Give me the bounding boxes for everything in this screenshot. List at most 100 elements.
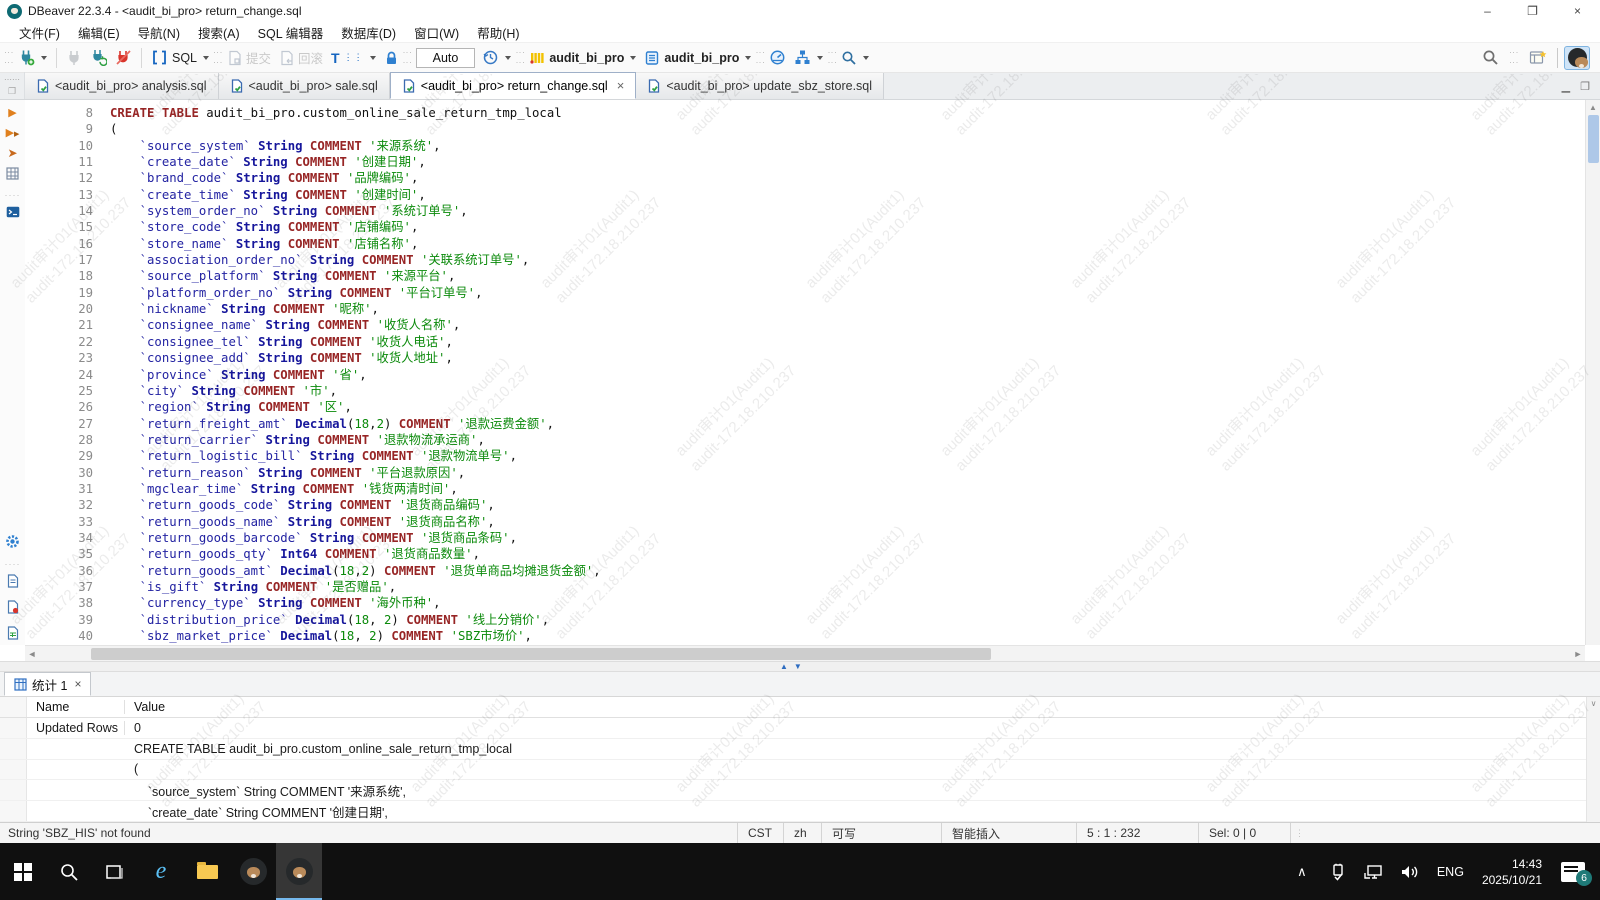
- code-line[interactable]: `return_freight_amt` Decimal(18,2) COMME…: [110, 416, 1585, 432]
- code-line[interactable]: `source_system` String COMMENT '来源系统',: [110, 138, 1585, 154]
- code-line[interactable]: `consignee_tel` String COMMENT '收货人电话',: [110, 334, 1585, 350]
- open-perspective-button[interactable]: [1525, 46, 1551, 69]
- code-line[interactable]: `return_goods_code` String COMMENT '退货商品…: [110, 497, 1585, 513]
- quick-search-button[interactable]: [1478, 46, 1503, 69]
- vscroll-thumb[interactable]: [1588, 115, 1599, 163]
- hscroll-thumb[interactable]: [91, 648, 991, 660]
- close-tab-icon[interactable]: ×: [617, 78, 625, 93]
- code-line[interactable]: `brand_code` String COMMENT '品牌编码',: [110, 170, 1585, 186]
- panel-splitter[interactable]: ▲ ▼: [0, 661, 1600, 672]
- dbeaver-active-taskbar-button[interactable]: [276, 843, 322, 900]
- execute-script-icon[interactable]: ▶▶: [6, 126, 20, 139]
- task-view-button[interactable]: [92, 843, 138, 900]
- code-line[interactable]: (: [110, 121, 1585, 137]
- menu-item-2[interactable]: 导航(N): [129, 23, 189, 42]
- code-line[interactable]: `currency_type` String COMMENT '海外币种',: [110, 595, 1585, 611]
- rollback-button[interactable]: 回滚: [275, 45, 327, 70]
- code-line[interactable]: `consignee_name` String COMMENT '收货人名称',: [110, 317, 1585, 333]
- code-line[interactable]: `return_reason` String COMMENT '平台退款原因',: [110, 465, 1585, 481]
- code-line[interactable]: `create_time` String COMMENT '创建时间',: [110, 187, 1585, 203]
- code-line[interactable]: `region` String COMMENT '区',: [110, 399, 1585, 415]
- clock[interactable]: 14:43 2025/10/21: [1474, 856, 1550, 888]
- tray-expand-button[interactable]: ∧: [1285, 843, 1319, 900]
- code-line[interactable]: `store_name` String COMMENT '店铺名称',: [110, 236, 1585, 252]
- code-line[interactable]: `distribution_price` Decimal(18, 2) COMM…: [110, 612, 1585, 628]
- scroll-up-icon[interactable]: ▲: [1586, 100, 1600, 114]
- scroll-right-icon[interactable]: ►: [1571, 646, 1585, 662]
- editor-tab-1[interactable]: <audit_bi_pro> sale.sql: [219, 73, 390, 99]
- code-line[interactable]: `sbz_market_price` Decimal(18, 2) COMMEN…: [110, 628, 1585, 644]
- maximize-view-icon[interactable]: ❐: [1580, 80, 1590, 93]
- code-line[interactable]: `return_logistic_bill` String COMMENT '退…: [110, 448, 1585, 464]
- code-line[interactable]: `mgclear_time` String COMMENT '钱货两清时间',: [110, 481, 1585, 497]
- execute-new-tab-icon[interactable]: ➤: [7, 146, 17, 160]
- column-header-name[interactable]: Name: [27, 700, 125, 714]
- maximize-button[interactable]: ❐: [1510, 0, 1555, 22]
- internet-explorer-button[interactable]: e: [138, 843, 184, 900]
- code-line[interactable]: CREATE TABLE audit_bi_pro.custom_online_…: [110, 105, 1585, 121]
- user-avatar-button[interactable]: [1564, 46, 1590, 70]
- lock-button[interactable]: [380, 47, 403, 69]
- code-line[interactable]: `consignee_add` String COMMENT '收货人地址',: [110, 350, 1585, 366]
- menu-item-4[interactable]: SQL 编辑器: [249, 23, 333, 42]
- stats-row-0[interactable]: Updated Rows0: [0, 718, 1586, 739]
- splitter-up-icon[interactable]: ▲: [780, 662, 788, 671]
- network-tray-button[interactable]: [1357, 843, 1391, 900]
- status-segment-3[interactable]: 智能插入: [941, 823, 1076, 844]
- menu-item-6[interactable]: 窗口(W): [405, 23, 468, 42]
- close-tab-icon[interactable]: ×: [74, 677, 81, 691]
- new-connection-button[interactable]: [14, 46, 51, 69]
- menu-item-0[interactable]: 文件(F): [10, 23, 69, 42]
- code-line[interactable]: `city` String COMMENT '市',: [110, 383, 1585, 399]
- output-view-icon[interactable]: [7, 574, 19, 593]
- status-segment-0[interactable]: CST: [737, 823, 783, 844]
- connect-button[interactable]: [62, 47, 86, 69]
- dbeaver-taskbar-button[interactable]: [230, 843, 276, 900]
- stats-row-3[interactable]: `source_system` String COMMENT '来源系统',: [0, 780, 1586, 801]
- file-explorer-button[interactable]: [184, 843, 230, 900]
- status-segment-2[interactable]: 可写: [821, 823, 941, 844]
- stats-row-1[interactable]: CREATE TABLE audit_bi_pro.custom_online_…: [0, 739, 1586, 760]
- start-button[interactable]: [0, 843, 46, 900]
- action-center-button[interactable]: 6: [1552, 843, 1594, 900]
- scroll-down-icon[interactable]: ∨: [1591, 699, 1597, 708]
- menu-item-5[interactable]: 数据库(D): [332, 23, 405, 42]
- stats-row-4[interactable]: `create_date` String COMMENT '创建日期',: [0, 801, 1586, 822]
- code-line[interactable]: `province` String COMMENT '省',: [110, 367, 1585, 383]
- code-line[interactable]: `association_order_no` String COMMENT '关…: [110, 252, 1585, 268]
- reconnect-button[interactable]: [86, 46, 111, 69]
- panel-scrollbar[interactable]: ∨: [1586, 697, 1600, 822]
- menu-item-3[interactable]: 搜索(A): [189, 23, 249, 42]
- transaction-mode-button[interactable]: T ⋮⋮: [327, 47, 380, 69]
- connection-selector[interactable]: audit_bi_pro: [525, 47, 640, 69]
- taskbar-search-button[interactable]: [46, 843, 92, 900]
- code-line[interactable]: `return_goods_qty` Int64 COMMENT '退货商品数量…: [110, 546, 1585, 562]
- code-line[interactable]: `is_gift` String COMMENT '是否赠品',: [110, 579, 1585, 595]
- code-line[interactable]: `source_platform` String COMMENT '来源平台',: [110, 268, 1585, 284]
- minimize-view-icon[interactable]: ▁: [1562, 80, 1570, 93]
- code-line[interactable]: `return_goods_amt` Decimal(18,2) COMMENT…: [110, 563, 1585, 579]
- status-segment-1[interactable]: zh: [783, 823, 821, 844]
- editor-tab-3[interactable]: <audit_bi_pro> update_sbz_store.sql: [636, 73, 884, 99]
- explain-plan-icon[interactable]: [6, 167, 19, 185]
- menu-item-7[interactable]: 帮助(H): [468, 23, 528, 42]
- log-view-icon[interactable]: [7, 600, 19, 619]
- search-button[interactable]: [837, 47, 873, 69]
- settings-gear-icon[interactable]: [5, 534, 20, 554]
- stats-row-2[interactable]: (: [0, 760, 1586, 781]
- status-segment-4[interactable]: 5 : 1 : 232: [1076, 823, 1198, 844]
- disconnect-button[interactable]: [111, 46, 136, 69]
- code-line[interactable]: `return_carrier` String COMMENT '退款物流承运商…: [110, 432, 1585, 448]
- commit-button[interactable]: 提交: [223, 45, 275, 70]
- code-line[interactable]: `system_order_no` String COMMENT '系统订单号'…: [110, 203, 1585, 219]
- tab-statistics[interactable]: 统计 1 ×: [4, 672, 91, 696]
- menu-item-1[interactable]: 编辑(E): [69, 23, 129, 42]
- language-indicator[interactable]: ENG: [1429, 865, 1472, 879]
- schema-selector[interactable]: audit_bi_pro: [640, 47, 755, 69]
- minimize-button[interactable]: –: [1465, 0, 1510, 22]
- status-segment-5[interactable]: Sel: 0 | 0: [1198, 823, 1290, 844]
- code-line[interactable]: `platform_order_no` String COMMENT '平台订单…: [110, 285, 1585, 301]
- code-line[interactable]: `return_goods_name` String COMMENT '退货商品…: [110, 514, 1585, 530]
- horizontal-scrollbar[interactable]: ◄ ►: [25, 645, 1585, 661]
- code-line[interactable]: `nickname` String COMMENT '昵称',: [110, 301, 1585, 317]
